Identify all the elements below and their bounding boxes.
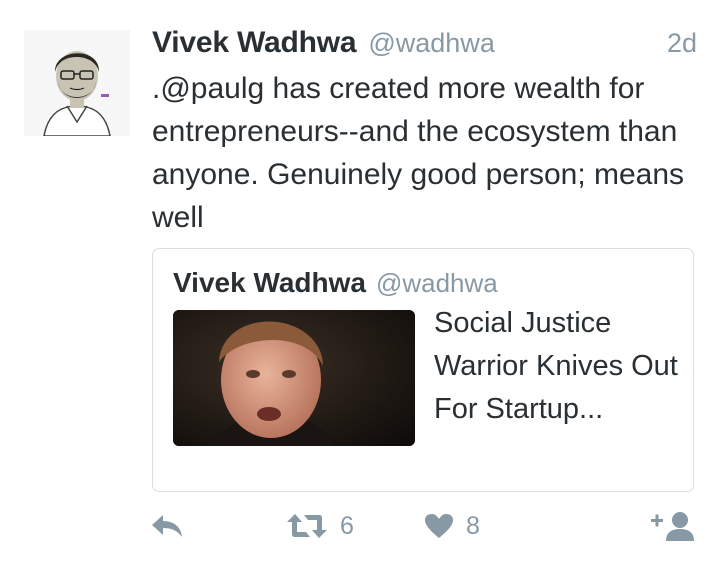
retweet-button[interactable]: 6 — [286, 508, 354, 544]
quoted-tweet-header: Vivek Wadhwa @wadhwa — [173, 267, 498, 299]
tweet[interactable]: Vivek Wadhwa @wadhwa 2d .@paulg has crea… — [0, 0, 720, 567]
retweet-count: 6 — [340, 511, 354, 540]
tweet-actions: 6 8 — [150, 508, 700, 544]
like-button[interactable]: 8 — [424, 508, 480, 544]
quoted-author-name: Vivek Wadhwa — [173, 267, 366, 298]
avatar-illustration — [24, 30, 130, 136]
author-name[interactable]: Vivek Wadhwa — [152, 26, 357, 60]
tweet-timestamp[interactable]: 2d — [667, 28, 697, 59]
quoted-tweet-card[interactable]: Vivek Wadhwa @wadhwa Social Justice Warr… — [152, 248, 694, 492]
quoted-article-image[interactable] — [173, 310, 415, 446]
author-handle[interactable]: @wadhwa — [368, 28, 494, 59]
quoted-article-title[interactable]: Social Justice Warrior Knives Out For St… — [434, 302, 684, 431]
reply-button[interactable] — [150, 508, 184, 544]
follow-button[interactable] — [650, 508, 696, 544]
quoted-author-handle: @wadhwa — [375, 268, 498, 298]
heart-icon — [425, 514, 453, 538]
author-avatar[interactable] — [24, 30, 130, 136]
follow-icon — [651, 512, 694, 541]
tweet-header: Vivek Wadhwa @wadhwa 2d — [152, 26, 697, 66]
portrait-photo — [173, 310, 415, 446]
retweet-icon — [287, 514, 327, 538]
tweet-text: .@paulg has created more wealth for entr… — [152, 72, 685, 234]
reply-icon — [152, 515, 182, 537]
like-count: 8 — [466, 511, 480, 540]
